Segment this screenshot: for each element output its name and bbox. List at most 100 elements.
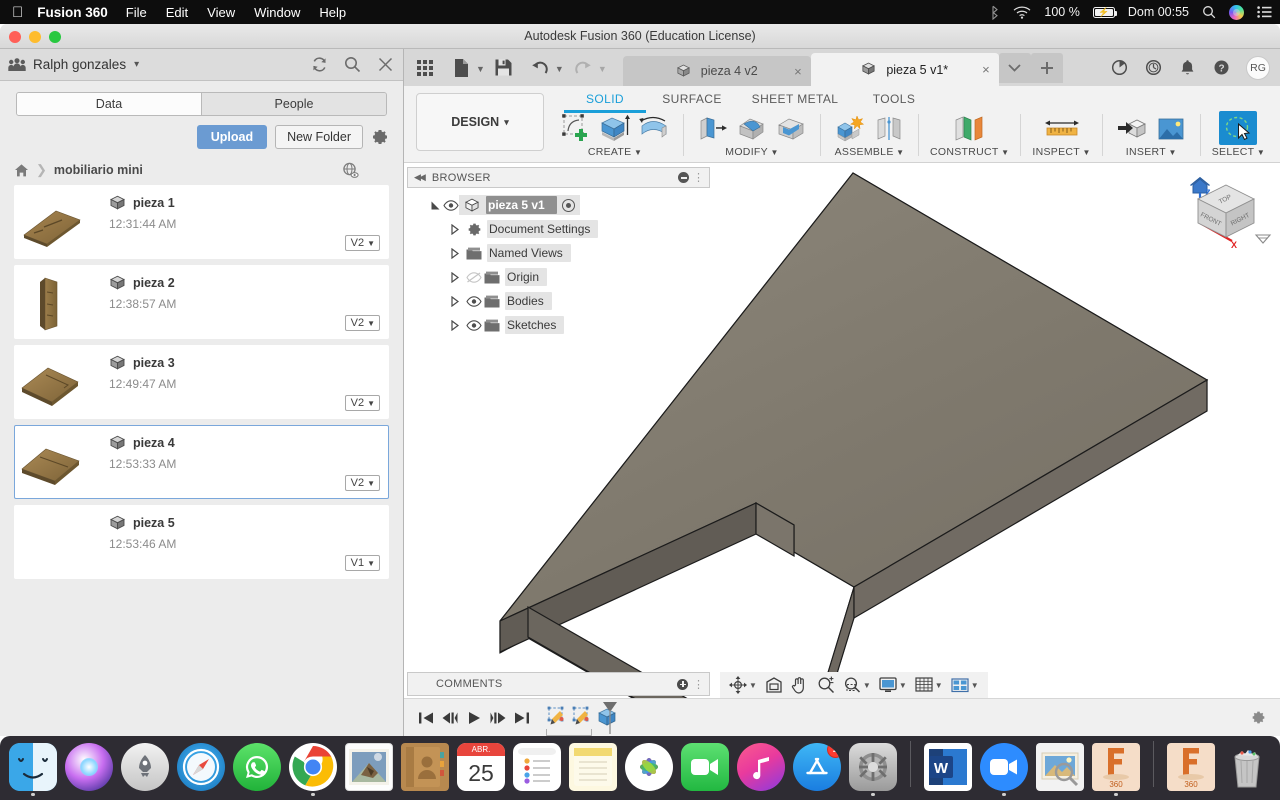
tab-people[interactable]: People <box>201 93 386 115</box>
ribbon-tab-solid[interactable]: SOLID <box>564 92 646 113</box>
list-item[interactable]: pieza 1 12:31:44 AM V2 ▼ <box>14 185 389 259</box>
expand-triangle-icon[interactable] <box>447 319 463 331</box>
minimize-window-button[interactable] <box>29 30 41 43</box>
control-center-icon[interactable] <box>1257 6 1272 18</box>
tab-data[interactable]: Data <box>17 93 201 115</box>
activate-radio-icon[interactable] <box>561 198 575 212</box>
grid-snap-chevron-down-icon[interactable]: ▼ <box>935 681 943 690</box>
list-item[interactable]: pieza 2 12:38:57 AM V2 ▼ <box>14 265 389 339</box>
zoom-window-icon[interactable] <box>840 673 864 697</box>
tree-row-bodies[interactable]: Bodies <box>407 289 710 313</box>
job-status-icon[interactable] <box>1110 58 1129 77</box>
siri-icon[interactable] <box>1229 4 1244 20</box>
ribbon-group-label[interactable]: MODIFY ▼ <box>725 146 778 158</box>
ribbon-group-label[interactable]: ASSEMBLE ▼ <box>835 146 905 158</box>
fillet-icon[interactable] <box>734 112 770 145</box>
workspace-switcher[interactable]: DESIGN ▾ <box>416 93 544 151</box>
search-icon[interactable] <box>343 55 362 74</box>
dock-item-music[interactable] <box>737 742 785 797</box>
tree-row-named-views[interactable]: Named Views <box>407 241 710 265</box>
expand-triangle-icon[interactable] <box>447 247 463 259</box>
new-tab-plus-icon[interactable] <box>1030 52 1063 83</box>
eye-icon[interactable] <box>466 293 482 309</box>
menu-file[interactable]: File <box>126 5 147 20</box>
undo-icon[interactable] <box>527 55 553 81</box>
grip-icon[interactable]: ⋮ <box>693 678 704 691</box>
dock-item-zoom[interactable] <box>980 742 1028 796</box>
version-badge[interactable]: V2 ▼ <box>344 475 380 491</box>
save-icon[interactable] <box>491 55 517 81</box>
zoom-window-chevron-down-icon[interactable]: ▼ <box>863 681 871 690</box>
dock-item-chrome[interactable] <box>289 742 337 796</box>
menu-window[interactable]: Window <box>254 5 300 20</box>
timeline-settings-gear-icon[interactable] <box>1251 710 1266 725</box>
ribbon-group-label[interactable]: CONSTRUCT ▼ <box>930 146 1009 158</box>
menubar-app-name[interactable]: Fusion 360 <box>37 5 108 20</box>
data-panel-gear-icon[interactable] <box>371 128 389 146</box>
close-tab-icon[interactable]: × <box>982 63 990 76</box>
dock-item-notes[interactable] <box>569 742 617 797</box>
step-forward-icon[interactable] <box>486 706 510 730</box>
pan-icon[interactable] <box>788 673 812 697</box>
dock-item-launchpad[interactable] <box>121 742 169 797</box>
dock-item-finder[interactable] <box>9 742 57 796</box>
sketch-feature-icon[interactable] <box>569 705 594 731</box>
viewports-icon[interactable] <box>948 673 972 697</box>
expand-triangle-icon[interactable] <box>447 295 463 307</box>
dock-item-word[interactable]: W <box>924 742 972 797</box>
viewports-chevron-down-icon[interactable]: ▼ <box>971 681 979 690</box>
eye-off-icon[interactable] <box>466 269 482 285</box>
dock-item-siri[interactable] <box>65 742 113 797</box>
ribbon-group-label[interactable]: CREATE ▼ <box>588 146 642 158</box>
help-icon[interactable]: ? <box>1212 58 1231 77</box>
display-settings-icon[interactable] <box>876 673 900 697</box>
play-icon[interactable] <box>462 706 486 730</box>
user-avatar[interactable]: RG <box>1246 55 1270 80</box>
user-chevron-down-icon[interactable]: ▾ <box>134 59 139 70</box>
wifi-icon[interactable] <box>1013 6 1031 19</box>
expand-triangle-icon[interactable] <box>447 271 463 283</box>
dock-item-facetime[interactable] <box>681 742 729 797</box>
offset-plane-icon[interactable] <box>948 112 992 145</box>
collapse-left-icon[interactable]: ◀◀ <box>414 172 426 183</box>
current-user-name[interactable]: Ralph gonzales <box>33 57 126 72</box>
dock-item-mail[interactable] <box>345 742 393 797</box>
eye-icon[interactable] <box>443 197 459 213</box>
upload-button[interactable]: Upload <box>196 125 268 149</box>
new-file-icon[interactable] <box>448 55 474 81</box>
orbit-icon[interactable] <box>726 673 750 697</box>
eye-icon[interactable] <box>466 317 482 333</box>
viewport-3d[interactable]: ◀◀ BROWSER ⋮ pieza 5 v1 Document Setting… <box>404 163 1280 736</box>
dock-item-whatsapp[interactable] <box>233 742 281 797</box>
document-tab-pieza4[interactable]: pieza 4 v2 × <box>622 56 811 86</box>
version-badge[interactable]: V2 ▼ <box>344 395 380 411</box>
expand-triangle-icon[interactable] <box>447 223 463 235</box>
menu-help[interactable]: Help <box>319 5 346 20</box>
display-settings-chevron-down-icon[interactable]: ▼ <box>899 681 907 690</box>
maximize-window-button[interactable] <box>49 30 61 43</box>
zoom-icon[interactable] <box>814 673 838 697</box>
comments-panel[interactable]: COMMENTS ⋮ <box>407 672 710 696</box>
press-pull-icon[interactable] <box>695 112 731 145</box>
document-tab-pieza5[interactable]: pieza 5 v1* × <box>810 53 999 86</box>
tree-row-sketches[interactable]: Sketches <box>407 313 710 337</box>
home-icon[interactable] <box>14 163 29 178</box>
ribbon-tab-sheet-metal[interactable]: SHEET METAL <box>738 92 852 113</box>
tab-overflow-chevron-down-icon[interactable] <box>998 52 1031 83</box>
minimize-icon[interactable] <box>678 172 689 183</box>
grip-icon[interactable]: ⋮ <box>693 171 704 184</box>
dock-item-appstore[interactable]: 2 <box>793 742 841 797</box>
dock-item-fusion360-second[interactable]: 360 <box>1167 742 1215 797</box>
apple-logo-icon[interactable]:  <box>12 5 23 20</box>
create-sketch-icon[interactable] <box>558 112 594 145</box>
tree-row-origin[interactable]: Origin <box>407 265 710 289</box>
close-panel-icon[interactable] <box>376 55 395 74</box>
new-folder-button[interactable]: New Folder <box>275 125 363 149</box>
version-badge[interactable]: V2 ▼ <box>344 235 380 251</box>
menubar-clock[interactable]: Dom 00:55 <box>1128 5 1189 19</box>
step-back-icon[interactable] <box>438 706 462 730</box>
dock-item-photos[interactable] <box>625 742 673 797</box>
tree-row-root[interactable]: pieza 5 v1 <box>407 193 710 217</box>
undo-chevron-down-icon[interactable]: ▼ <box>555 64 564 74</box>
tree-root-chip[interactable]: pieza 5 v1 <box>459 195 580 215</box>
